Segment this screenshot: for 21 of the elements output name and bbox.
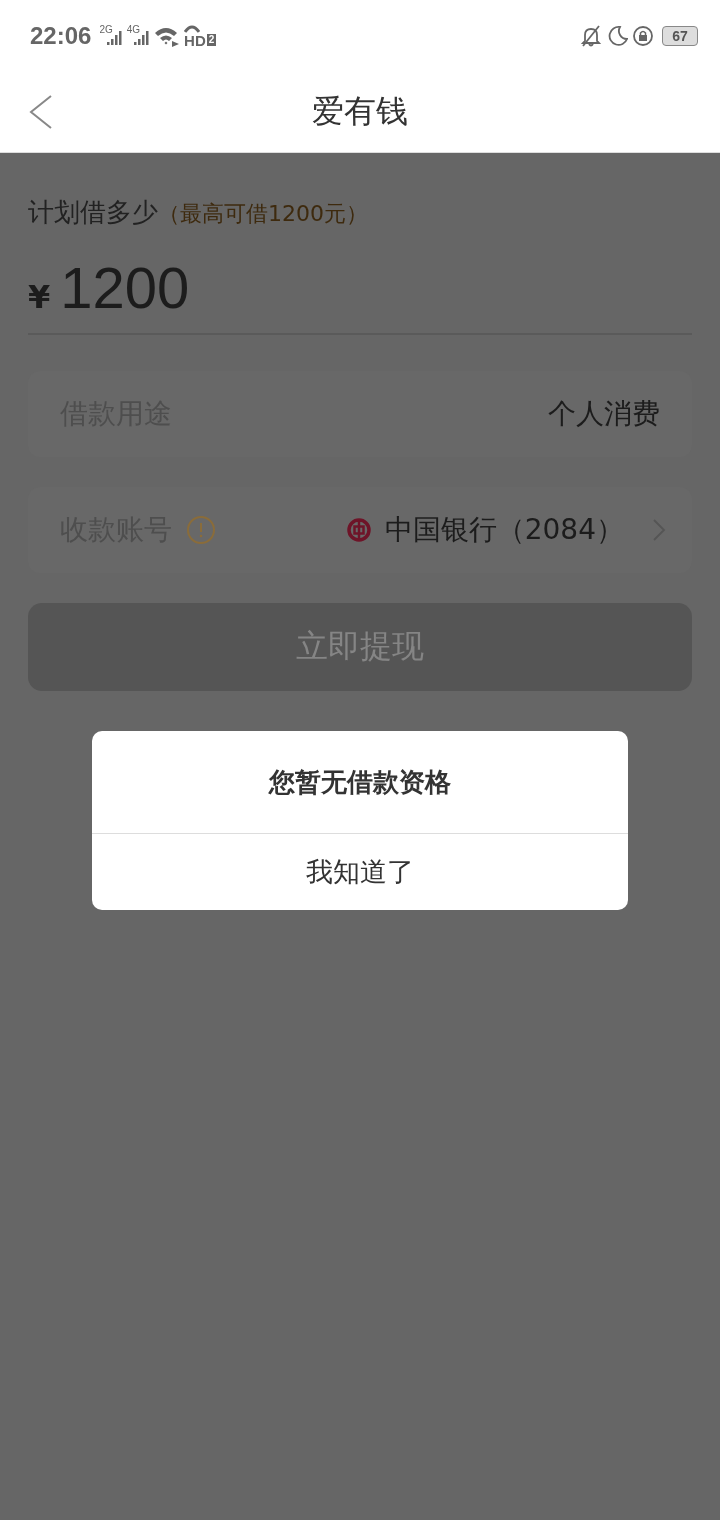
wifi-icon xyxy=(154,25,181,47)
moon-icon xyxy=(606,25,628,47)
phone-icon xyxy=(184,24,201,33)
battery-level: 67 xyxy=(672,28,688,44)
rotation-lock-icon xyxy=(632,25,654,47)
amount-field[interactable]: ¥ 1200 xyxy=(28,254,692,335)
network-label: 2G xyxy=(99,24,113,35)
page-title: 爱有钱 xyxy=(312,91,408,132)
amount-label: 计划借多少 xyxy=(28,196,158,229)
hd-sim-label: 2 xyxy=(206,34,217,46)
hd-label: HD xyxy=(184,32,206,48)
confirm-button[interactable]: 我知道了 xyxy=(92,834,628,910)
row-value: 中国银行（2084） xyxy=(384,512,624,548)
dialog-title: 您暂无借款资格 xyxy=(92,731,628,834)
network-label: 4G xyxy=(126,24,141,35)
amount-hint: （最高可借1200元） xyxy=(158,200,368,228)
row-value: 个人消费 xyxy=(548,396,660,432)
back-icon[interactable] xyxy=(28,94,54,130)
bell-muted-icon xyxy=(580,25,602,47)
status-time: 22:06 xyxy=(30,22,92,50)
bank-logo-icon xyxy=(346,518,371,542)
